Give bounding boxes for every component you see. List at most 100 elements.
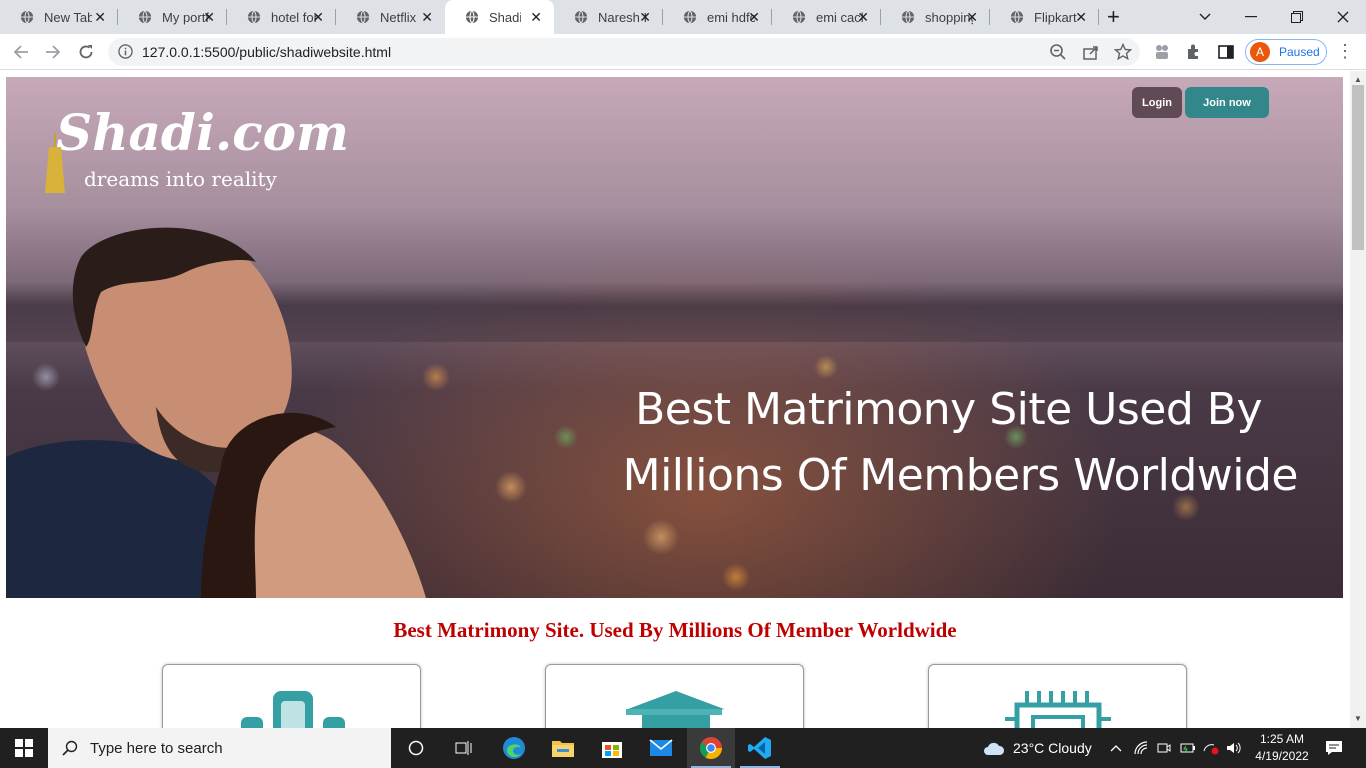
join-now-button[interactable]: Join now bbox=[1185, 87, 1269, 118]
tassel-icon bbox=[45, 133, 65, 193]
hero-headline-line2: Millions Of Members Worldwide bbox=[622, 450, 1299, 501]
extension-puzzle-icon[interactable] bbox=[1153, 43, 1171, 61]
bookmark-star-icon[interactable] bbox=[1114, 43, 1132, 61]
tab-naresh-it[interactable]: Naresh IT ✕ bbox=[554, 0, 663, 34]
reload-icon[interactable] bbox=[76, 42, 96, 62]
page-viewport: Shadi.com dreams into reality Login Join… bbox=[0, 71, 1350, 728]
wifi-icon[interactable] bbox=[1134, 741, 1148, 755]
tab-search-chevron-icon[interactable] bbox=[1182, 0, 1228, 34]
search-placeholder: Type here to search bbox=[90, 739, 223, 757]
cloud-icon bbox=[984, 742, 1005, 755]
side-panel-icon[interactable] bbox=[1217, 43, 1235, 61]
extensions-icon[interactable] bbox=[1185, 43, 1203, 61]
windows-taskbar: Type here to search 23°C Cloudy 1:25 AM bbox=[0, 728, 1366, 768]
file-explorer-icon[interactable] bbox=[539, 728, 587, 768]
logo-brand: Shadi.com bbox=[56, 103, 349, 162]
close-icon[interactable]: ✕ bbox=[748, 9, 760, 25]
close-window-button[interactable] bbox=[1320, 0, 1366, 34]
tab-shadi-website[interactable]: Shadi website ✕ bbox=[445, 0, 554, 34]
globe-icon bbox=[138, 10, 152, 24]
chip-icon bbox=[1005, 691, 1111, 728]
couple-photo bbox=[6, 227, 426, 598]
close-icon[interactable]: ✕ bbox=[94, 9, 106, 25]
scroll-down-icon[interactable]: ▼ bbox=[1354, 714, 1362, 723]
shadi-logo[interactable]: Shadi.com dreams into reality bbox=[45, 103, 349, 193]
forward-icon[interactable] bbox=[43, 42, 63, 62]
scroll-up-icon[interactable]: ▲ bbox=[1354, 75, 1362, 84]
cortana-icon[interactable] bbox=[392, 728, 440, 768]
info-icon[interactable] bbox=[118, 44, 133, 59]
back-icon[interactable] bbox=[11, 42, 31, 62]
section-subheading: Best Matrimony Site. Used By Millions Of… bbox=[393, 618, 957, 642]
windows-logo-icon bbox=[15, 739, 33, 757]
feature-card-people[interactable] bbox=[162, 664, 421, 728]
page-scrollbar[interactable]: ▲ ▼ bbox=[1350, 71, 1366, 728]
tab-label: New Tab bbox=[44, 9, 92, 25]
notifications-icon[interactable] bbox=[1325, 728, 1343, 768]
tab-hotel[interactable]: hotel for ✕ bbox=[227, 0, 336, 34]
meet-now-icon[interactable] bbox=[1157, 741, 1171, 755]
feature-card-technology[interactable] bbox=[928, 664, 1187, 728]
minimize-button[interactable] bbox=[1228, 0, 1274, 34]
globe-icon bbox=[247, 10, 261, 24]
hero-headline: Best Matrimony Site Used By Millions Of … bbox=[622, 377, 1299, 509]
zoom-icon[interactable] bbox=[1049, 43, 1067, 61]
taskbar-search-box[interactable]: Type here to search bbox=[48, 728, 391, 768]
close-icon[interactable]: ✕ bbox=[1075, 9, 1087, 25]
search-icon bbox=[62, 740, 78, 756]
globe-icon bbox=[792, 10, 806, 24]
tab-my-portfolio[interactable]: My portfolio ✕ bbox=[118, 0, 227, 34]
clock-date: 4/19/2022 bbox=[1255, 749, 1309, 763]
share-icon[interactable] bbox=[1082, 43, 1100, 61]
close-icon[interactable]: ✕ bbox=[312, 9, 324, 25]
globe-icon bbox=[683, 10, 697, 24]
avatar: A bbox=[1250, 42, 1270, 62]
clock-time: 1:25 AM bbox=[1259, 732, 1305, 746]
tab-new-tab[interactable]: New Tab ✕ bbox=[0, 0, 118, 34]
task-view-icon[interactable] bbox=[440, 728, 488, 768]
tray-icons bbox=[1110, 728, 1242, 768]
network-error-icon[interactable] bbox=[1203, 741, 1219, 755]
chevron-up-icon[interactable] bbox=[1110, 744, 1122, 752]
close-icon[interactable]: ✕ bbox=[857, 9, 869, 25]
close-icon[interactable]: ✕ bbox=[203, 9, 215, 25]
restore-button[interactable] bbox=[1274, 0, 1320, 34]
feature-card-education[interactable] bbox=[545, 664, 804, 728]
tab-shopping[interactable]: shopping ✕ bbox=[881, 0, 990, 34]
browser-tab-strip: New Tab ✕ My portfolio ✕ hotel for ✕ Net… bbox=[0, 0, 1366, 34]
close-icon[interactable]: ✕ bbox=[421, 9, 433, 25]
mail-icon[interactable] bbox=[637, 728, 685, 768]
browser-toolbar: 127.0.0.1:5500/public/shadiwebsite.html … bbox=[0, 34, 1366, 70]
menu-kebab-icon[interactable]: ⋮ bbox=[1336, 42, 1354, 60]
close-icon[interactable]: ✕ bbox=[639, 9, 651, 25]
tab-emi-cacl[interactable]: emi cacl ✕ bbox=[772, 0, 881, 34]
weather-text: 23°C Cloudy bbox=[1013, 740, 1092, 756]
weather-widget[interactable]: 23°C Cloudy bbox=[983, 728, 1092, 768]
edge-icon[interactable] bbox=[490, 728, 538, 768]
globe-icon bbox=[465, 10, 479, 24]
scrollbar-thumb[interactable] bbox=[1352, 85, 1364, 250]
graduation-cap-icon bbox=[626, 691, 724, 728]
hero-headline-line1: Best Matrimony Site Used By bbox=[635, 384, 1262, 435]
tab-emi-hdfc[interactable]: emi hdfc ✕ bbox=[663, 0, 772, 34]
microsoft-store-icon[interactable] bbox=[588, 728, 636, 768]
globe-icon bbox=[574, 10, 588, 24]
volume-icon[interactable] bbox=[1226, 741, 1242, 755]
new-tab-button[interactable]: + bbox=[1107, 6, 1120, 28]
tab-flipkart[interactable]: Flipkart ✕ bbox=[990, 0, 1099, 34]
address-bar[interactable]: 127.0.0.1:5500/public/shadiwebsite.html bbox=[108, 38, 1140, 66]
windows-start-button[interactable] bbox=[0, 728, 48, 768]
hero-banner: Shadi.com dreams into reality Login Join… bbox=[6, 77, 1343, 598]
vscode-icon[interactable] bbox=[736, 728, 784, 768]
close-icon[interactable]: ✕ bbox=[966, 9, 978, 25]
tab-label: Shadi website bbox=[489, 9, 521, 25]
profile-button[interactable]: A Paused bbox=[1245, 39, 1327, 65]
battery-icon[interactable] bbox=[1180, 741, 1196, 755]
login-button[interactable]: Login bbox=[1132, 87, 1182, 118]
tab-netflix[interactable]: Netflix ✕ bbox=[336, 0, 445, 34]
logo-tagline: dreams into reality bbox=[84, 167, 277, 191]
taskbar-clock[interactable]: 1:25 AM 4/19/2022 bbox=[1247, 731, 1317, 765]
chrome-icon[interactable] bbox=[687, 728, 735, 768]
close-icon[interactable]: ✕ bbox=[530, 9, 542, 25]
globe-icon bbox=[901, 10, 915, 24]
